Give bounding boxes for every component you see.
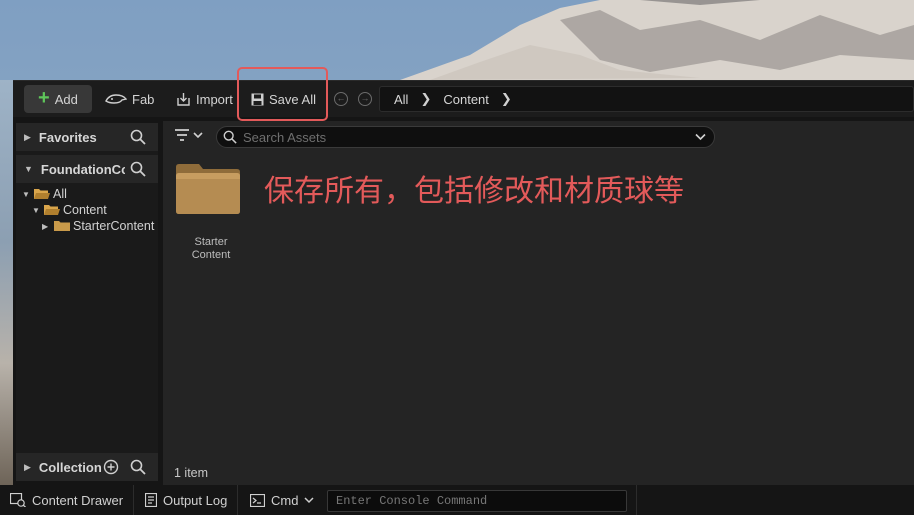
console-command-input[interactable] <box>336 494 616 508</box>
favorites-label: Favorites <box>38 129 97 145</box>
tree-label: All <box>53 187 67 201</box>
back-arrow-icon[interactable]: ← <box>334 92 348 106</box>
folder-label-text: Starter Content <box>191 236 231 261</box>
content-drawer-icon <box>10 493 26 507</box>
add-button[interactable]: + Add <box>24 85 92 113</box>
content-browser: + Add Fab Import Save All ← → All ❯ Cont… <box>13 67 914 486</box>
open-folder-icon <box>34 189 50 199</box>
console-command-field[interactable] <box>327 490 627 512</box>
folder-tile-startercontent[interactable]: Starter Content <box>175 163 247 273</box>
filter-button[interactable] <box>175 129 203 141</box>
breadcrumb-item-content[interactable]: Content <box>443 92 489 107</box>
chevron-down-icon[interactable] <box>695 133 706 141</box>
tree-item-all[interactable]: ▼ All <box>22 186 67 202</box>
console-icon <box>250 493 265 507</box>
cmd-label: Cmd <box>271 492 299 508</box>
folder-label: Starter Content <box>169 236 253 262</box>
status-divider <box>636 485 637 515</box>
search-assets-field[interactable] <box>216 126 715 148</box>
content-browser-toolbar: + Add Fab Import Save All ← → All ❯ Cont… <box>13 67 914 121</box>
fab-icon <box>105 94 127 104</box>
expand-triangle-icon[interactable]: ▶ <box>42 222 51 231</box>
import-button[interactable]: Import <box>176 85 233 113</box>
status-divider <box>133 485 134 515</box>
cmd-dropdown[interactable]: Cmd <box>250 485 314 515</box>
project-label: FoundationCou <box>40 161 125 177</box>
collapse-triangle-icon[interactable]: ▼ <box>22 190 31 199</box>
fab-label: Fab <box>132 91 155 107</box>
tree-item-startercontent[interactable]: ▶ StarterContent <box>42 218 154 234</box>
tree-label: StarterContent <box>73 219 155 233</box>
search-icon <box>223 130 237 144</box>
collapse-triangle-icon[interactable]: ▼ <box>32 206 41 215</box>
search-icon[interactable] <box>130 161 146 177</box>
project-header[interactable]: ▼ FoundationCou <box>16 155 158 183</box>
collection-label: Collection <box>38 459 102 475</box>
asset-view: StarterContent 保存所有，包括修改和材质球等 1 item <box>163 121 914 486</box>
breadcrumb-item-all[interactable]: All <box>394 92 408 107</box>
chevron-right-icon[interactable]: ❯ <box>420 91 431 107</box>
sources-sidebar: ▶ Favorites ▼ FoundationCou ▼ All ▼ <box>16 123 158 481</box>
collection-header[interactable]: ▶ Collection <box>16 453 158 481</box>
plus-icon: + <box>38 87 50 109</box>
chevron-right-icon[interactable]: ❯ <box>501 91 512 107</box>
viewport-edge <box>0 80 13 485</box>
tree-label: Content <box>63 203 107 217</box>
import-label: Import <box>196 91 233 107</box>
content-drawer-label: Content Drawer <box>32 492 124 508</box>
folder-icon <box>54 221 70 231</box>
search-assets-input[interactable] <box>243 129 683 145</box>
open-folder-icon <box>44 205 60 215</box>
forward-arrow-icon[interactable]: → <box>358 92 372 106</box>
output-log-button[interactable]: Output Log <box>145 485 227 515</box>
expand-triangle-icon[interactable]: ▶ <box>24 462 31 473</box>
add-circle-icon[interactable] <box>103 459 119 475</box>
chevron-down-icon <box>193 132 203 139</box>
status-bar: Content Drawer Output Log Cmd <box>0 485 914 515</box>
collapse-triangle-icon[interactable]: ▼ <box>24 164 33 174</box>
favorites-header[interactable]: ▶ Favorites <box>16 123 158 151</box>
annotation-note: 保存所有，包括修改和材质球等 <box>264 174 684 209</box>
search-icon[interactable] <box>130 459 146 475</box>
mountain-scenery <box>400 0 914 80</box>
chevron-down-icon <box>304 497 314 504</box>
filter-icon <box>175 129 189 141</box>
output-log-icon <box>145 493 157 507</box>
import-icon <box>177 92 190 106</box>
fab-button[interactable]: Fab <box>105 85 154 113</box>
status-divider <box>237 485 238 515</box>
path-breadcrumb: All ❯ Content ❯ <box>379 86 914 112</box>
expand-triangle-icon[interactable]: ▶ <box>24 132 31 143</box>
output-log-label: Output Log <box>163 492 228 508</box>
tree-item-content[interactable]: ▼ Content <box>32 202 107 218</box>
item-count: 1 item <box>174 466 209 480</box>
search-icon[interactable] <box>130 129 146 145</box>
add-label: Add <box>54 91 78 107</box>
folder-icon <box>176 164 240 214</box>
save-all-highlight-box <box>237 67 328 121</box>
content-drawer-button[interactable]: Content Drawer <box>10 485 123 515</box>
